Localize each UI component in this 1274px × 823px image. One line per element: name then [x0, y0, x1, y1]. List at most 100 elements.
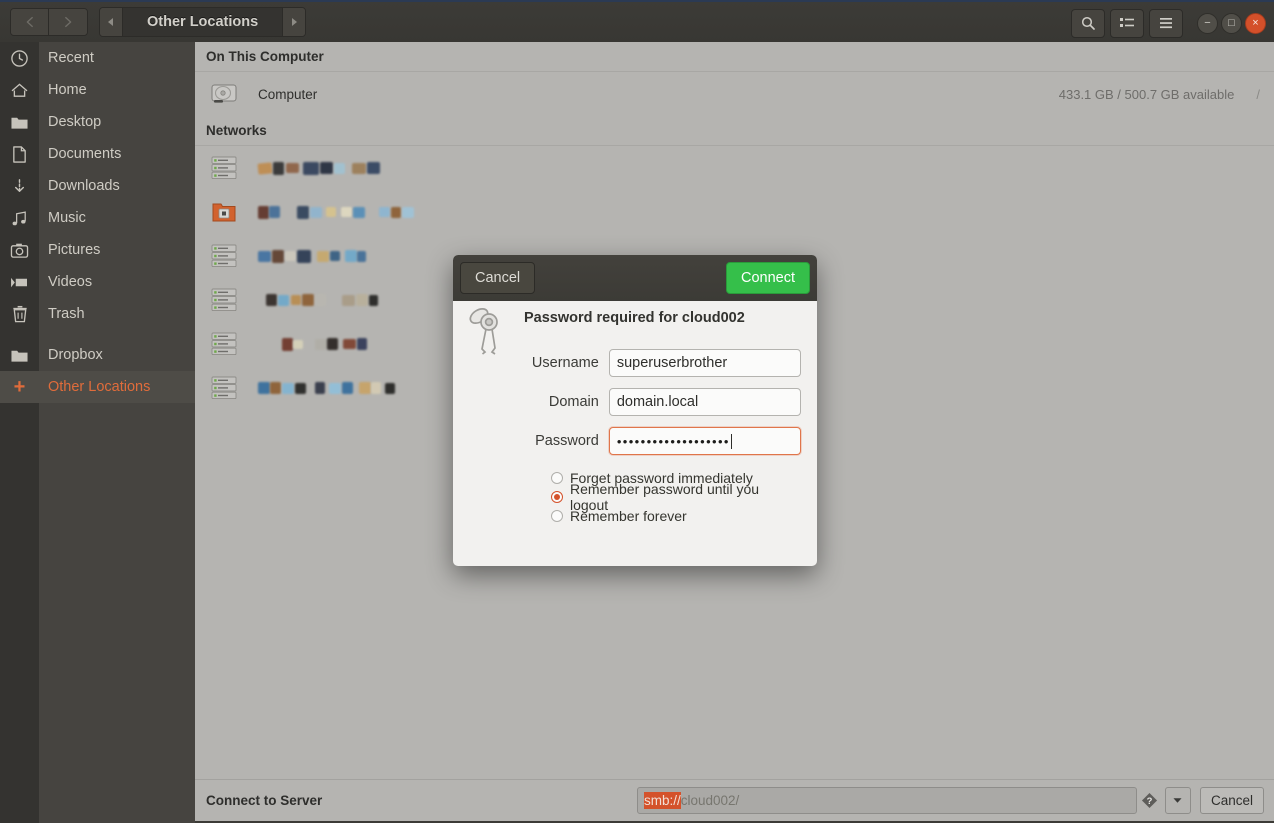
redacted-label [258, 203, 414, 221]
sidebar-item-videos[interactable]: Videos [0, 266, 195, 298]
redacted-label [258, 247, 366, 265]
clock-icon [0, 49, 39, 68]
password-row: Password ••••••••••••••••••• [524, 427, 801, 455]
maximize-button[interactable]: □ [1221, 12, 1242, 34]
server-address-input[interactable]: smb://cloud002/ [636, 787, 1137, 814]
window-controls: − □ × [1194, 12, 1266, 34]
search-button[interactable] [1071, 8, 1105, 38]
sidebar-item-label: Music [48, 210, 86, 226]
radio-label: Remember forever [570, 507, 687, 524]
document-icon [0, 145, 39, 164]
server-rack-icon [206, 287, 242, 313]
password-dialog: Cancel Connect Password required for clo… [453, 255, 817, 566]
password-input[interactable]: ••••••••••••••••••• [608, 427, 801, 455]
close-button[interactable]: × [1245, 12, 1266, 34]
sidebar-item-list: Recent Home Desktop Documents Downloads … [0, 42, 195, 403]
home-icon [0, 81, 39, 100]
back-button[interactable] [11, 9, 49, 35]
path-scroll-left-button[interactable] [100, 8, 122, 36]
sidebar-item-label: Documents [48, 146, 122, 162]
sidebar: Recent Home Desktop Documents Downloads … [0, 42, 195, 823]
video-icon [0, 275, 39, 290]
sidebar-item-music[interactable]: Music [0, 202, 195, 234]
trash-icon [0, 305, 39, 324]
dialog-connect-button[interactable]: Connect [725, 262, 810, 294]
svg-text:?: ? [1147, 796, 1153, 807]
navigation-buttons [10, 8, 88, 36]
domain-row: Domain domain.local [524, 388, 801, 416]
sidebar-item-label: Videos [48, 274, 93, 290]
sidebar-item-downloads[interactable]: Downloads [0, 170, 195, 202]
chevron-down-icon [1173, 798, 1183, 803]
server-rack-icon [206, 155, 242, 181]
folder-icon [0, 114, 39, 131]
radio-button-icon-selected[interactable] [551, 490, 563, 503]
server-rack-icon [206, 331, 242, 357]
minimize-button[interactable]: − [1197, 12, 1218, 34]
sidebar-item-label: Desktop [48, 114, 102, 130]
sidebar-item-label: Pictures [48, 242, 101, 258]
list-item-computer[interactable]: Computer 433.1 GB / 500.7 GB available / [195, 72, 1274, 116]
titlebar-right-controls: − □ × [1071, 2, 1266, 44]
sidebar-item-other-locations[interactable]: + Other Locations [0, 371, 195, 403]
titlebar: Other Locations − □ × [0, 0, 1274, 42]
password-masked-value: ••••••••••••••••••• [616, 433, 730, 449]
disk-space-text: 433.1 GB / 500.7 GB available [1058, 86, 1235, 102]
redacted-label [258, 379, 395, 397]
sidebar-item-label: Recent [48, 50, 94, 66]
keyring-icon [465, 304, 511, 363]
dialog-body: Password required for cloud002 Username … [453, 301, 817, 525]
main-menu-button[interactable] [1149, 8, 1183, 38]
file-manager-window: Other Locations − □ × Recent Home Deskto… [0, 0, 1274, 823]
help-diamond-icon[interactable]: ? [1137, 787, 1163, 814]
server-address-rest-text: cloud002/ [680, 793, 740, 808]
domain-input[interactable]: domain.local [608, 388, 801, 416]
section-heading-on-this-computer: On This Computer [195, 42, 1274, 71]
redacted-label [258, 335, 367, 353]
server-address-selected-text: smb:// [643, 792, 681, 809]
music-note-icon [0, 209, 39, 228]
sidebar-item-label: Downloads [48, 178, 120, 194]
radio-remember-until-logout[interactable]: Remember password until you logout [551, 481, 801, 513]
forward-button[interactable] [49, 9, 87, 35]
hard-drive-icon [206, 82, 242, 106]
network-folder-icon [206, 199, 242, 225]
radio-button-icon[interactable] [551, 509, 563, 522]
camera-icon [0, 242, 39, 259]
sidebar-item-label: Dropbox [48, 347, 103, 363]
sidebar-divider [0, 330, 195, 339]
sidebar-item-desktop[interactable]: Desktop [0, 106, 195, 138]
password-storage-options: Forget password immediately Remember pas… [551, 468, 801, 525]
path-scroll-right-button[interactable] [283, 8, 306, 36]
list-view-icon [1120, 18, 1134, 27]
server-rack-icon [206, 243, 242, 269]
chevron-left-icon [26, 16, 33, 28]
sidebar-item-trash[interactable]: Trash [0, 298, 195, 330]
server-address-dropdown-button[interactable] [1164, 787, 1191, 814]
sidebar-item-label: Trash [48, 306, 85, 322]
sidebar-item-documents[interactable]: Documents [0, 138, 195, 170]
domain-label: Domain [548, 394, 599, 410]
dialog-header: Cancel Connect [453, 255, 817, 301]
sidebar-item-recent[interactable]: Recent [0, 42, 195, 74]
sidebar-item-pictures[interactable]: Pictures [0, 234, 195, 266]
view-options-button[interactable] [1110, 8, 1144, 38]
redacted-label [258, 291, 378, 309]
dialog-title: Password required for cloud002 [524, 310, 745, 326]
search-icon [1081, 16, 1095, 30]
folder-icon [0, 347, 39, 364]
list-item-network[interactable] [195, 146, 1274, 190]
sidebar-item-home[interactable]: Home [0, 74, 195, 106]
sidebar-item-label: Other Locations [48, 379, 151, 395]
list-item-network[interactable] [195, 190, 1274, 234]
text-caret [730, 433, 732, 449]
bottom-cancel-button[interactable]: Cancel [1199, 787, 1264, 814]
radio-button-icon[interactable] [551, 471, 563, 484]
username-input[interactable]: superuserbrother [608, 349, 801, 377]
path-current-location[interactable]: Other Locations [122, 8, 284, 36]
triangle-left-icon [108, 18, 113, 26]
triangle-right-icon [292, 18, 298, 26]
sidebar-item-dropbox[interactable]: Dropbox [0, 339, 195, 371]
hamburger-menu-icon [1160, 18, 1172, 29]
dialog-cancel-button[interactable]: Cancel [460, 262, 536, 294]
